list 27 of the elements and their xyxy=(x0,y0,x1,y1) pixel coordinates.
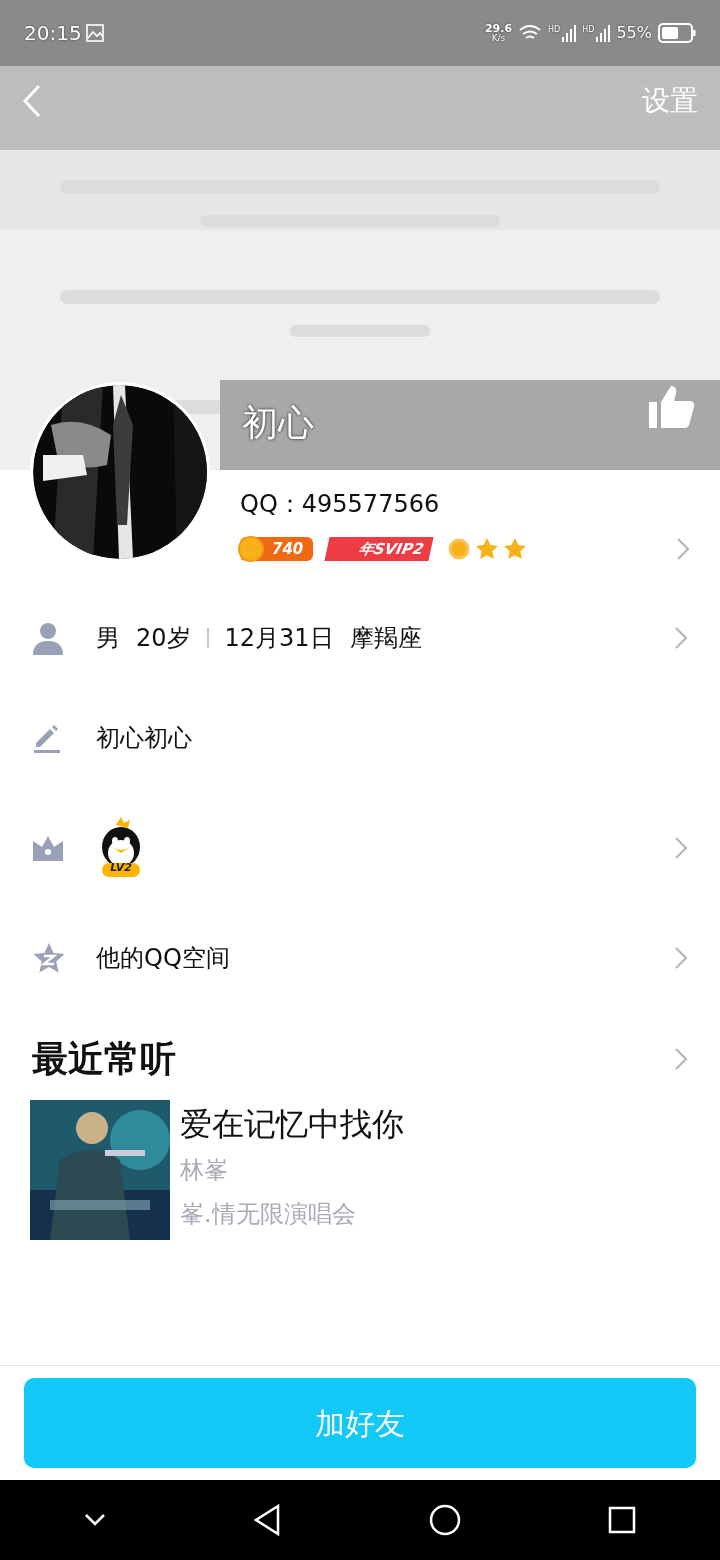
coin-badge: 740 xyxy=(240,537,314,561)
gender-text: 男 xyxy=(96,623,120,654)
qq-number: QQ：495577566 xyxy=(240,489,441,520)
qq-level-badge: LV2 xyxy=(96,817,146,879)
song-artist: 林峯 xyxy=(180,1155,229,1186)
age-text: 20岁 xyxy=(136,623,191,654)
chevron-down-icon[interactable] xyxy=(83,1513,106,1527)
qzone-link[interactable]: 他的QQ空间 xyxy=(96,940,230,976)
pencil-icon xyxy=(32,723,62,753)
song-title[interactable]: 爱在记忆中找你 xyxy=(180,1100,404,1148)
birthday-text: 12月31日 xyxy=(224,623,334,654)
album-name: 峯.情无限演唱会 xyxy=(180,1199,357,1230)
home-circle-icon[interactable] xyxy=(428,1504,461,1536)
signature-text: 初心初心 xyxy=(96,723,192,754)
recents-square-icon[interactable] xyxy=(608,1506,637,1534)
back-triangle-icon[interactable] xyxy=(253,1504,282,1536)
chevron-right-icon xyxy=(674,946,688,970)
crown-icon xyxy=(32,835,64,861)
section-title: 最近常听 xyxy=(32,1037,176,1081)
chevron-right-icon xyxy=(674,626,688,650)
chevron-right-icon xyxy=(676,537,690,561)
chevron-right-icon xyxy=(674,836,688,860)
zodiac-text: 摩羯座 xyxy=(349,623,422,654)
person-icon xyxy=(32,621,64,655)
chevron-right-icon xyxy=(674,1047,688,1071)
star-icon xyxy=(32,942,66,974)
svip-badge: 年SVIP2 xyxy=(324,537,435,561)
